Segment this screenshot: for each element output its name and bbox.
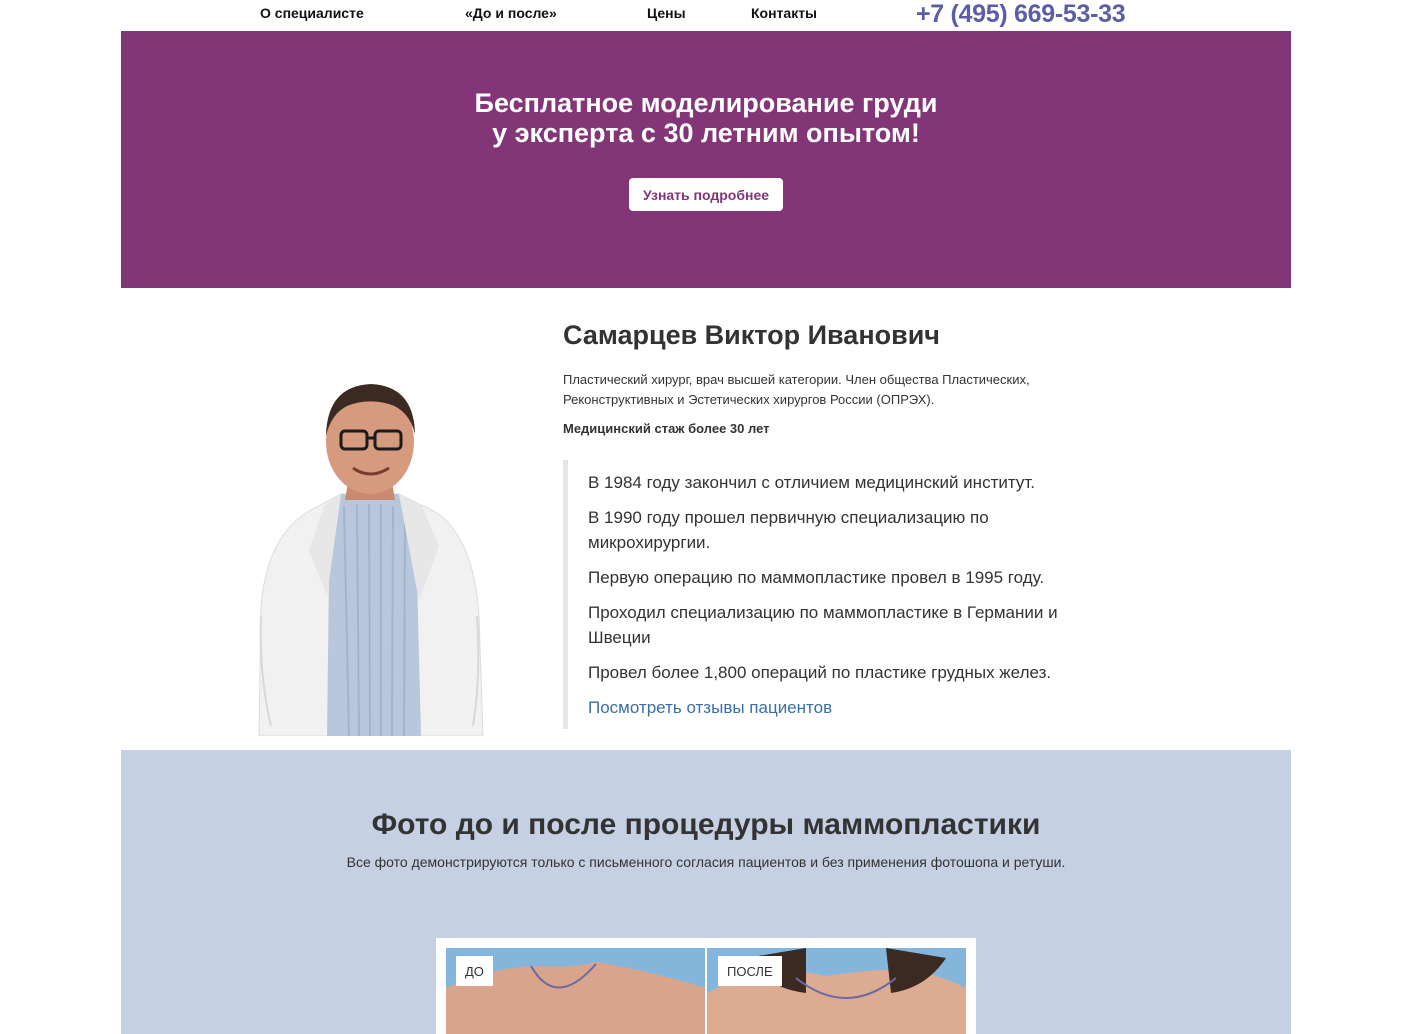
doctor-bio-quote: В 1984 году закончил с отличием медицинс… <box>563 460 1108 729</box>
doctor-name: Самарцев Виктор Иванович <box>563 320 940 350</box>
before-after-photo: ДО ПОСЛЕ <box>446 948 966 1034</box>
doctor-experience: Медицинский стаж более 30 лет <box>563 421 770 436</box>
hero-title-line-2: у эксперта с 30 летним опытом! <box>492 118 920 148</box>
bio-item-specialization: Проходил специализацию по маммопластике … <box>588 603 1058 647</box>
patient-reviews-link[interactable]: Посмотреть отзывы пациентов <box>588 695 832 720</box>
bio-item-1984: В 1984 году закончил с отличием медицинс… <box>588 473 1035 492</box>
hero-title-line-1: Бесплатное моделирование груди <box>474 88 938 118</box>
before-after-gallery-section: Фото до и после процедуры маммопластики … <box>121 750 1291 1034</box>
gallery-title: Фото до и после процедуры маммопластики <box>371 808 1041 841</box>
learn-more-button[interactable]: Узнать подробнее <box>629 178 783 211</box>
nav-link-prices[interactable]: Цены <box>647 5 686 21</box>
bio-item-1990: В 1990 году прошел первичную специализац… <box>588 508 989 552</box>
bio-item-1995: Первую операцию по маммопластике провел … <box>588 568 1045 587</box>
phone-number-link[interactable]: +7 (495) 669-53-33 <box>916 0 1126 29</box>
bio-item-operations: Провел более 1,800 операций по пластике … <box>588 663 1052 682</box>
hero-title: Бесплатное моделирование груди у эксперт… <box>121 88 1291 148</box>
doctor-photo <box>249 376 487 736</box>
nav-link-about-specialist[interactable]: О специалисте <box>260 5 364 21</box>
doctor-illustration <box>258 384 484 736</box>
before-label: ДО <box>456 956 493 986</box>
after-label: ПОСЛЕ <box>718 956 782 986</box>
nav-link-contacts[interactable]: Контакты <box>751 5 817 21</box>
nav-link-before-after[interactable]: «До и после» <box>465 5 557 21</box>
gallery-subtitle: Все фото демонстрируются только с письме… <box>346 854 1066 870</box>
before-after-photo-card[interactable]: ДО ПОСЛЕ <box>436 938 976 1034</box>
doctor-description: Пластический хирург, врач высшей категор… <box>563 372 1030 407</box>
hero-banner: Бесплатное моделирование груди у эксперт… <box>121 31 1291 288</box>
before-after-illustration <box>446 948 966 1034</box>
top-navigation: О специалисте «До и после» Цены Контакты… <box>0 0 1411 31</box>
